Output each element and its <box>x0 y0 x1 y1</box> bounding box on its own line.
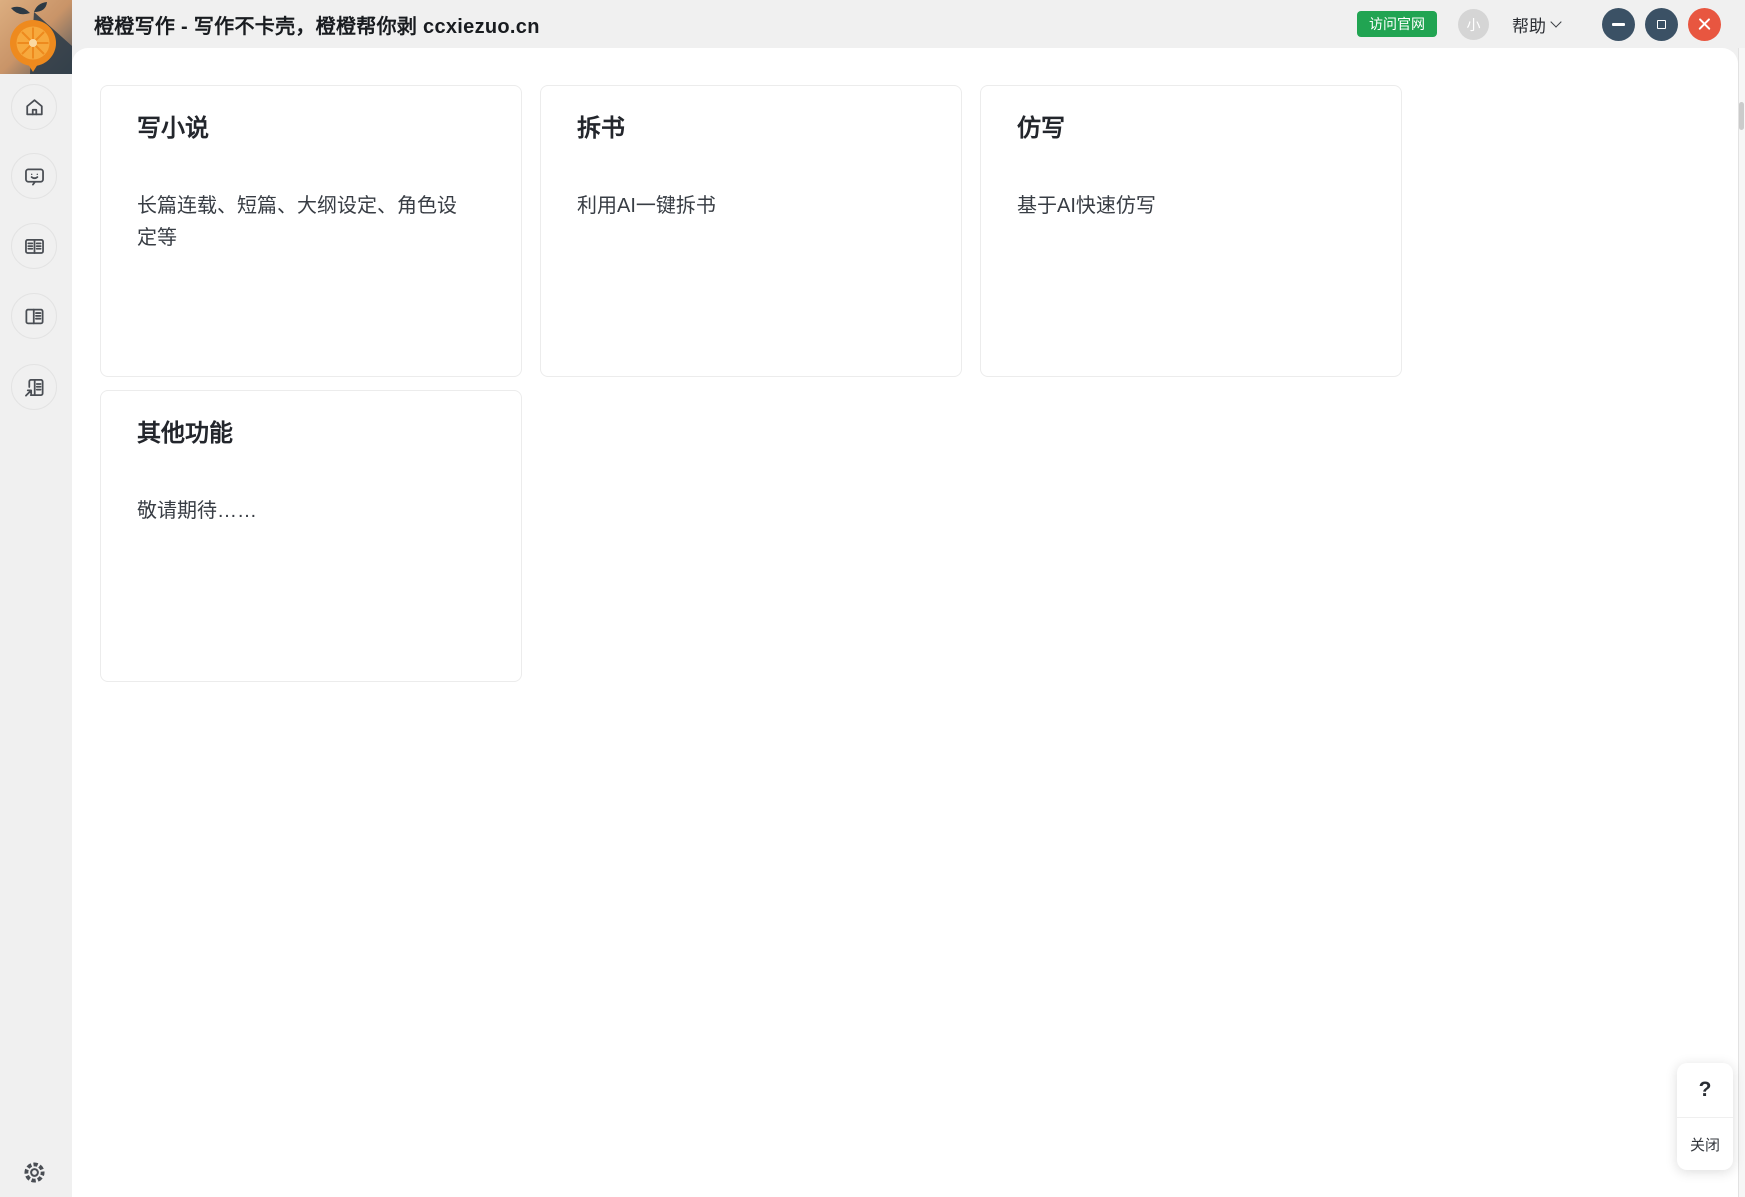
sidebar-item-feedback[interactable] <box>11 153 57 199</box>
card-description: 长篇连载、短篇、大纲设定、角色设定等 <box>137 190 467 254</box>
settings-gear-icon <box>21 1159 48 1186</box>
feature-card-write-novel[interactable]: 写小说 长篇连载、短篇、大纲设定、角色设定等 <box>100 85 522 377</box>
feature-card-other-features[interactable]: 其他功能 敬请期待…… <box>100 390 522 682</box>
sidebar-item-home[interactable] <box>11 84 57 130</box>
sidebar-item-books[interactable] <box>11 223 57 269</box>
visit-official-site-button[interactable]: 访问官网 <box>1357 11 1437 37</box>
app-logo-orange <box>0 0 72 74</box>
card-description: 基于AI快速仿写 <box>1017 190 1347 222</box>
sidebar <box>0 0 72 1197</box>
export-panel-icon <box>22 375 47 400</box>
card-title: 其他功能 <box>137 417 485 451</box>
card-title: 写小说 <box>137 112 485 146</box>
help-label: 帮助 <box>1512 12 1546 37</box>
sidebar-item-reader[interactable] <box>11 293 57 339</box>
minimize-button[interactable] <box>1602 8 1635 41</box>
main-content: 写小说 长篇连载、短篇、大纲设定、角色设定等 拆书 利用AI一键拆书 仿写 基于… <box>72 48 1738 1197</box>
feature-card-grid: 写小说 长篇连载、短篇、大纲设定、角色设定等 拆书 利用AI一键拆书 仿写 基于… <box>100 85 1402 682</box>
help-close-button[interactable]: 关闭 <box>1677 1118 1733 1170</box>
window-title: 橙橙写作 - 写作不卡壳，橙橙帮你剥 ccxiezuo.cn <box>94 0 540 48</box>
app-window: 橙橙写作 - 写作不卡壳，橙橙帮你剥 ccxiezuo.cn 访问官网 小 帮助… <box>0 0 1745 1197</box>
chat-feedback-icon <box>22 164 47 189</box>
sidebar-item-settings[interactable] <box>11 1149 57 1195</box>
scrollbar-thumb[interactable] <box>1739 102 1744 130</box>
chevron-down-icon <box>1550 16 1561 27</box>
close-icon <box>1697 17 1712 32</box>
title-bar: 橙橙写作 - 写作不卡壳，橙橙帮你剥 ccxiezuo.cn 访问官网 小 帮助 <box>72 0 1745 48</box>
feature-card-deconstruct-book[interactable]: 拆书 利用AI一键拆书 <box>540 85 962 377</box>
reading-panel-icon <box>22 304 47 329</box>
feature-card-imitate-writing[interactable]: 仿写 基于AI快速仿写 <box>980 85 1402 377</box>
help-question-button[interactable]: ? <box>1677 1063 1733 1118</box>
card-description: 敬请期待…… <box>137 495 467 527</box>
card-description: 利用AI一键拆书 <box>577 190 907 222</box>
help-menu[interactable]: 帮助 <box>1512 0 1560 48</box>
card-title: 仿写 <box>1017 112 1365 146</box>
scrollbar-track <box>1738 48 1745 1197</box>
help-floating-widget: ? 关闭 <box>1677 1063 1733 1170</box>
maximize-button[interactable] <box>1645 8 1678 41</box>
open-book-icon <box>22 234 47 259</box>
minimize-icon <box>1612 23 1625 26</box>
card-title: 拆书 <box>577 112 925 146</box>
close-window-button[interactable] <box>1688 8 1721 41</box>
sidebar-item-export[interactable] <box>11 364 57 410</box>
user-avatar[interactable]: 小 <box>1458 9 1489 40</box>
home-icon <box>22 95 47 120</box>
maximize-icon <box>1657 20 1666 29</box>
